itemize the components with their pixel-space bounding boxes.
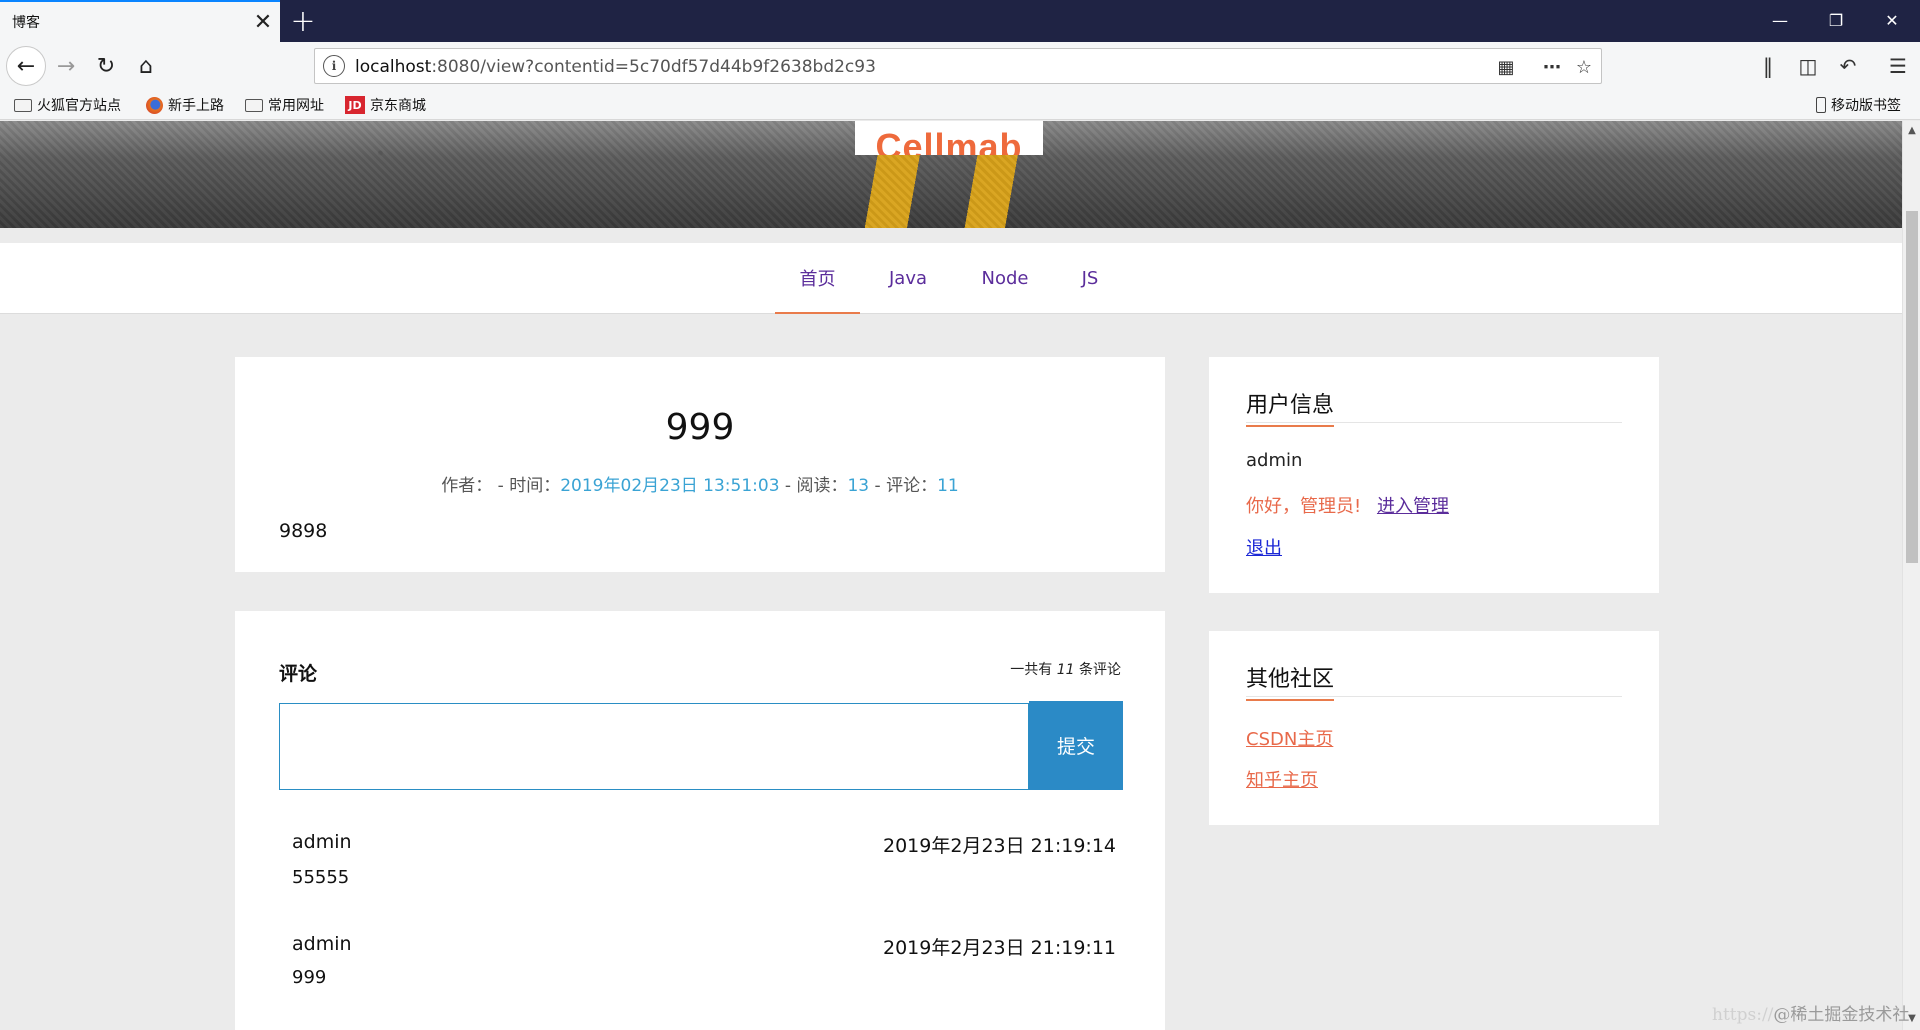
- header-banner: Cellmab: [0, 121, 1902, 228]
- admin-greeting-row: 你好，管理员! 进入管理: [1246, 492, 1449, 518]
- bookmark-item[interactable]: 火狐官方站点: [14, 95, 121, 115]
- comment-text: 999: [292, 967, 327, 988]
- back-arrow-icon[interactable]: ←: [6, 46, 46, 86]
- minimize-icon[interactable]: —: [1752, 0, 1808, 40]
- comment-text: 55555: [292, 867, 350, 888]
- bookmark-item[interactable]: JD 京东商城: [345, 95, 426, 115]
- scroll-up-icon[interactable]: ▲: [1905, 123, 1919, 137]
- menu-icon[interactable]: ☰: [1882, 50, 1914, 82]
- comments-title: 评论: [279, 663, 318, 685]
- nav-item-node[interactable]: Node: [970, 243, 1040, 314]
- bookmarks-toolbar: 火狐官方站点 新手上路 常用网址 JD 京东商城 移动版书签: [0, 90, 1920, 120]
- bookmark-item[interactable]: 常用网址: [245, 95, 324, 115]
- time-label: - 时间：: [492, 476, 561, 496]
- count-prefix: 一共有: [1010, 662, 1057, 678]
- nav-item-home[interactable]: 首页: [775, 243, 860, 314]
- bookmark-label: 火狐官方站点: [37, 98, 121, 114]
- count-suffix: 条评论: [1074, 662, 1121, 678]
- comments-count: 一共有 11 条评论: [1010, 659, 1121, 679]
- nav-item-java[interactable]: Java: [872, 243, 944, 314]
- submit-button[interactable]: 提交: [1029, 701, 1123, 790]
- mobile-bookmarks[interactable]: 移动版书签: [1816, 95, 1901, 115]
- new-tab-button[interactable]: +: [286, 4, 320, 39]
- article-views: 13: [847, 476, 870, 496]
- mobile-bookmarks-label: 移动版书签: [1831, 98, 1901, 114]
- site-info-icon[interactable]: i: [323, 55, 345, 77]
- forward-arrow-icon[interactable]: →: [48, 48, 84, 84]
- bookmark-label: 京东商城: [370, 98, 426, 114]
- comment-input[interactable]: [279, 703, 1029, 790]
- bookmark-star-icon[interactable]: ☆: [1571, 55, 1597, 79]
- admin-link[interactable]: 进入管理: [1377, 496, 1449, 517]
- comment-user: admin: [292, 933, 352, 955]
- qr-code-icon[interactable]: ▦: [1493, 55, 1519, 79]
- logo-text: Cellmab: [875, 126, 1023, 156]
- bookmark-label: 常用网址: [268, 98, 324, 114]
- author-label: 作者：: [441, 476, 493, 496]
- comments-label: - 评论：: [869, 476, 938, 496]
- bookmark-label: 新手上路: [168, 98, 224, 114]
- phone-icon: [1816, 97, 1826, 113]
- site-logo[interactable]: Cellmab: [855, 121, 1043, 155]
- tab-close-icon[interactable]: ✕: [246, 5, 280, 39]
- browser-tab-bar: 博客 ✕ + — ❐ ✕: [0, 0, 1920, 42]
- logout-link[interactable]: 退出: [1246, 534, 1282, 560]
- user-info-title: 用户信息: [1246, 387, 1335, 427]
- comment-time: 2019年2月23日 21:19:14: [883, 835, 1116, 857]
- url-path: :8080/view?contentid=5c70df57d44b9f2638b…: [431, 57, 876, 77]
- other-communities-card: 其他社区 CSDN主页 知乎主页: [1209, 631, 1659, 825]
- article-comment-count: 11: [937, 476, 959, 496]
- undo-icon[interactable]: ↶: [1832, 50, 1864, 82]
- library-icon[interactable]: ‖: [1752, 50, 1784, 82]
- reload-icon[interactable]: ↻: [88, 48, 124, 84]
- count-number: 11: [1056, 662, 1075, 678]
- category-nav: 首页 Java Node JS: [0, 243, 1902, 314]
- home-icon[interactable]: ⌂: [128, 48, 164, 84]
- window-close-icon[interactable]: ✕: [1864, 0, 1920, 40]
- tab-title: 博客: [12, 15, 40, 31]
- username: admin: [1246, 450, 1303, 471]
- nav-item-js[interactable]: JS: [1068, 243, 1112, 314]
- comment-user: admin: [292, 831, 352, 853]
- watermark-prefix: https://: [1712, 1005, 1774, 1025]
- views-label: - 阅读：: [779, 476, 848, 496]
- folder-icon: [14, 98, 32, 112]
- admin-greeting: 你好，管理员!: [1246, 496, 1362, 517]
- firefox-icon: [146, 96, 163, 114]
- csdn-link[interactable]: CSDN主页: [1246, 725, 1333, 751]
- user-info-card: 用户信息 admin 你好，管理员! 进入管理 退出: [1209, 357, 1659, 593]
- browser-tab[interactable]: 博客 ✕: [0, 0, 280, 42]
- jd-icon: JD: [345, 96, 365, 114]
- address-bar[interactable]: i localhost:8080/view?contentid=5c70df57…: [314, 48, 1602, 84]
- browser-toolbar: ← → ↻ ⌂ i localhost:8080/view?contentid=…: [0, 42, 1920, 90]
- page-actions-icon[interactable]: ⋯: [1539, 55, 1565, 79]
- article-meta: 作者： - 时间：2019年02月23日 13:51:03 - 阅读：13 - …: [235, 471, 1165, 496]
- article-title: 999: [665, 407, 735, 448]
- divider: [1246, 696, 1622, 697]
- divider: [1246, 422, 1622, 423]
- watermark: https://@稀土掘金技术社区: [1712, 1000, 1920, 1030]
- url-host: localhost: [355, 57, 432, 77]
- sidebar-icon[interactable]: ◫: [1792, 50, 1824, 82]
- article-time: 2019年02月23日 13:51:03: [560, 476, 780, 496]
- other-communities-title: 其他社区: [1246, 661, 1335, 701]
- zhihu-link[interactable]: 知乎主页: [1246, 766, 1318, 792]
- scroll-thumb[interactable]: [1906, 211, 1918, 563]
- folder-icon: [245, 98, 263, 112]
- restore-icon[interactable]: ❐: [1808, 0, 1864, 40]
- page-scrollbar[interactable]: ▲ ▼: [1902, 121, 1920, 1030]
- comments-card: 评论 一共有 11 条评论 提交 admin 2019年2月23日 21:19:…: [235, 611, 1165, 1030]
- bookmark-item[interactable]: 新手上路: [146, 95, 224, 115]
- page-viewport: Cellmab 首页 Java Node JS 999 作者： - 时间：201…: [0, 121, 1902, 1030]
- url-text[interactable]: localhost:8080/view?contentid=5c70df57d4…: [355, 57, 876, 77]
- article-card: 999 作者： - 时间：2019年02月23日 13:51:03 - 阅读：1…: [235, 357, 1165, 572]
- article-body: 9898: [279, 520, 328, 542]
- comment-time: 2019年2月23日 21:19:11: [883, 937, 1116, 959]
